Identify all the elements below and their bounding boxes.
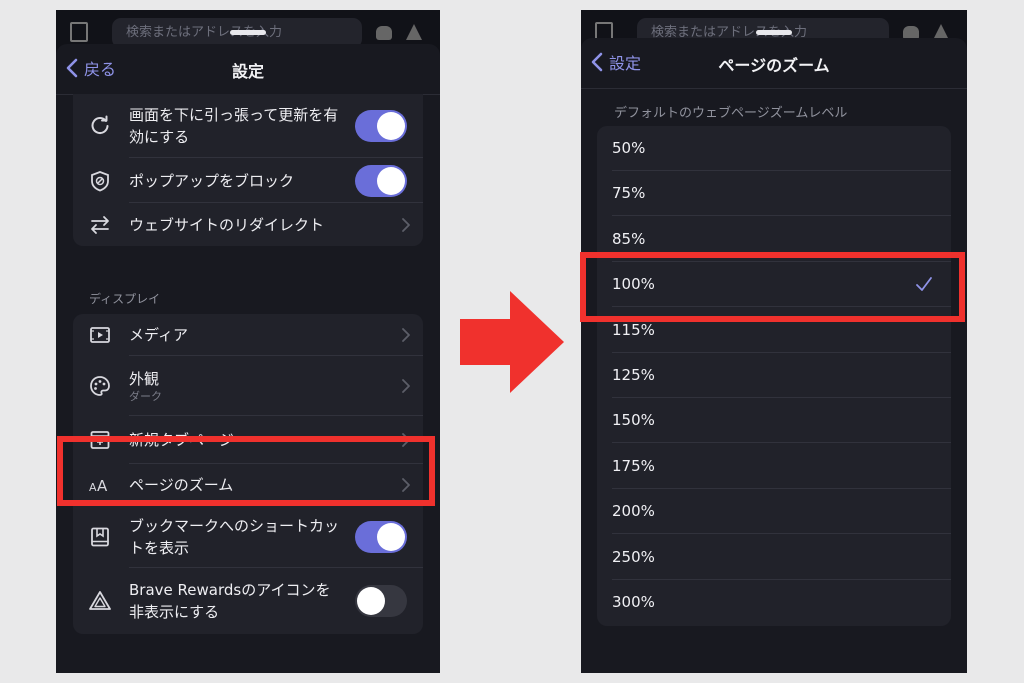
zoom-levels-list: 50% 75% 85% 100% 115% 125% 150% 175% 200% 250% 300… [597, 126, 951, 626]
arrow-right-icon [460, 291, 564, 393]
zoom-option-250[interactable]: 250% [597, 535, 951, 580]
toggle-knob [377, 166, 405, 195]
section-header-zoom-level: デフォルトのウェブページズームレベル [614, 106, 848, 121]
general-settings-group: 画面を下に引っ張って更新を有効にする ポップアップをブロック ウェブサイトのリダ… [73, 94, 423, 246]
navigation-bar: 戻る 設定 [56, 44, 440, 95]
navigation-bar: 設定 ページのズーム [581, 38, 967, 89]
zoom-option-label: 200% [612, 502, 655, 521]
setting-row-pull-to-refresh[interactable]: 画面を下に引っ張って更新を有効にする [73, 94, 423, 158]
setting-row-brave-rewards[interactable]: Brave Rewardsのアイコンを非表示にする [73, 568, 423, 634]
setting-label: 画面を下に引っ張って更新を有効にする [129, 106, 339, 146]
brave-rewards-toolbar-icon[interactable] [406, 24, 422, 40]
setting-label: ウェブサイトのリダイレクト [129, 215, 325, 234]
chevron-right-icon [402, 379, 410, 393]
brave-rewards-toggle[interactable] [355, 585, 407, 617]
settings-sheet: 戻る 設定 画面を下に引っ張って更新を有効にする ポップアップをブロック ウェブ… [56, 44, 440, 673]
chevron-right-icon [402, 217, 410, 232]
setting-label: Brave Rewardsのアイコンを非表示にする [129, 581, 331, 621]
appearance-value: ダーク [129, 390, 162, 403]
refresh-icon [91, 115, 109, 135]
brave-shield-icon[interactable] [376, 26, 392, 40]
toggle-knob [377, 112, 405, 140]
bookmarks-icon[interactable] [70, 22, 88, 42]
setting-row-block-popups[interactable]: ポップアップをブロック [73, 158, 423, 203]
bookmark-icon [91, 527, 109, 547]
zoom-option-label: 150% [612, 411, 655, 430]
zoom-option-label: 75% [612, 184, 646, 203]
setting-label: メディア [129, 326, 188, 344]
settings-screen: 検索またはアドレスを入力 戻る 設定 画面を下に引っ張って更新を有効にする ポッ… [56, 10, 440, 673]
bookmark-shortcut-toggle[interactable] [355, 521, 407, 553]
highlight-zoom-100 [580, 252, 965, 322]
setting-label: ポップアップをブロック [129, 171, 295, 190]
page-title: ページのズーム [718, 56, 830, 75]
shield-icon [91, 170, 109, 191]
block-popups-toggle[interactable] [355, 164, 407, 197]
setting-label: 外観 ダーク [129, 368, 343, 404]
sheet-grabber[interactable] [230, 30, 266, 35]
setting-row-media[interactable]: メディア [73, 314, 423, 356]
zoom-option-300[interactable]: 300% [597, 580, 951, 625]
sheet-grabber[interactable] [756, 30, 792, 35]
toggle-knob [357, 587, 385, 615]
zoom-option-125[interactable]: 125% [597, 353, 951, 398]
zoom-option-50[interactable]: 50% [597, 126, 951, 171]
zoom-option-175[interactable]: 175% [597, 444, 951, 489]
setting-label: ブックマークへのショートカットを表示 [129, 517, 340, 557]
zoom-option-150[interactable]: 150% [597, 398, 951, 444]
chevron-right-icon [402, 328, 410, 342]
zoom-option-label: 300% [612, 593, 655, 611]
section-header-display: ディスプレイ [89, 292, 161, 306]
zoom-option-label: 250% [612, 547, 655, 566]
page-title: 設定 [231, 62, 264, 81]
highlight-page-zoom [57, 436, 435, 506]
page-zoom-screen: 検索またはアドレスを入力 設定 ページのズーム デフォルトのウェブページズームレ… [581, 10, 967, 673]
pull-to-refresh-toggle[interactable] [355, 110, 407, 142]
palette-icon [90, 376, 110, 396]
zoom-option-label: 50% [612, 139, 646, 157]
zoom-option-75[interactable]: 75% [597, 171, 951, 217]
zoom-option-label: 175% [612, 456, 655, 475]
setting-row-bookmark-shortcut[interactable]: ブックマークへのショートカットを表示 [73, 506, 423, 568]
zoom-sheet: 設定 ページのズーム デフォルトのウェブページズームレベル 50% 75% 85% 1… [581, 38, 967, 673]
setting-row-website-redirect[interactable]: ウェブサイトのリダイレクト [73, 203, 423, 246]
zoom-option-200[interactable]: 200% [597, 489, 951, 535]
section-header-tabs: タブ [89, 672, 113, 673]
toggle-knob [377, 523, 405, 551]
setting-row-appearance[interactable]: 外観 ダーク [73, 356, 423, 416]
zoom-option-label: 125% [612, 366, 655, 384]
appearance-label: 外観 [129, 370, 160, 388]
arrows-icon [91, 215, 109, 234]
brave-rewards-icon [89, 591, 111, 610]
media-icon [90, 327, 110, 343]
